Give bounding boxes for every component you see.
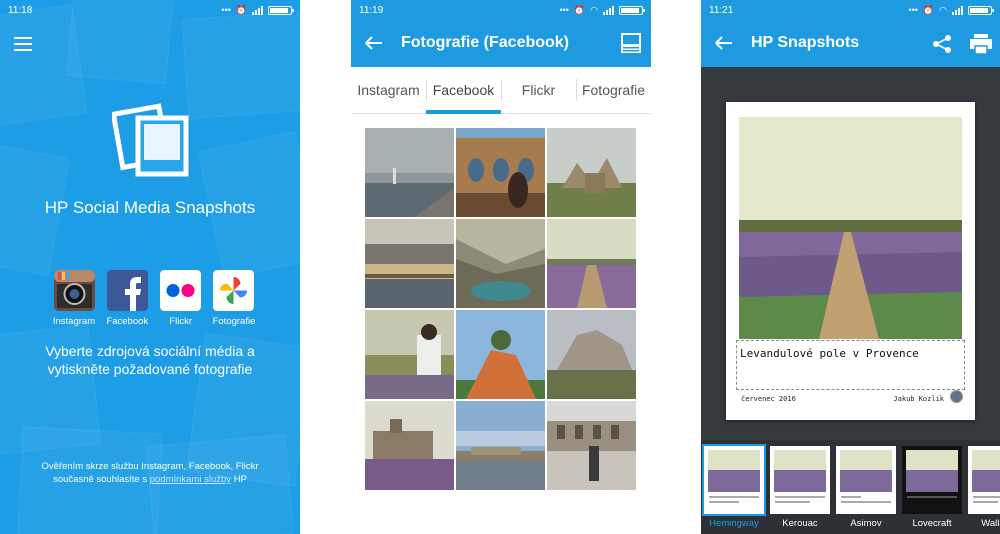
app-bar: 11:21 ••• ⏰ ◠ HP Snapshots (701, 0, 1000, 67)
photo-thumbnail[interactable] (547, 401, 636, 490)
tab-instagram[interactable]: Instagram (351, 67, 426, 113)
lavender-photo (739, 117, 962, 339)
tagline: Vyberte zdrojová sociální média a vytisk… (45, 343, 255, 377)
app-logo-icon (112, 103, 189, 177)
snapshot-preview-screen: 11:21 ••• ⏰ ◠ HP Snapshots Levandulové p… (701, 0, 1000, 534)
source-instagram[interactable]: Instagram (52, 270, 96, 327)
flickr-icon (160, 270, 202, 311)
photo-thumbnail[interactable] (547, 310, 636, 399)
print-queue-icon[interactable] (621, 33, 641, 53)
signal-icon (252, 5, 263, 15)
print-icon[interactable] (970, 34, 992, 54)
wifi-icon: ◠ (939, 4, 947, 15)
template-strip: Hemingway Kerouac Asimov Lovecraft Wall (701, 440, 1000, 534)
photo-author: Jakub Kozlík (893, 395, 944, 403)
alarm-icon: ⏰ (922, 4, 935, 15)
tab-fotografie[interactable]: Fotografie (576, 67, 651, 113)
template-hemingway[interactable]: Hemingway (702, 440, 766, 534)
source-photos[interactable]: Fotografie (212, 270, 256, 327)
photo-thumbnail[interactable] (547, 128, 636, 217)
welcome-screen: 11:18 ••• ⏰ HP Social Media Snapshots In… (0, 0, 300, 534)
screen-title: HP Snapshots (751, 34, 860, 51)
template-lovecraft[interactable]: Lovecraft (902, 440, 962, 534)
template-wallace[interactable]: Wallace (968, 440, 1000, 534)
template-label: Asimov (850, 518, 882, 529)
source-facebook[interactable]: Facebook (105, 270, 149, 327)
photo-thumbnail[interactable] (547, 219, 636, 308)
tab-flickr[interactable]: Flickr (501, 67, 576, 113)
photo-thumbnail[interactable] (456, 401, 545, 490)
photo-grid (365, 128, 637, 490)
alarm-icon: ⏰ (235, 4, 247, 15)
signal-icon (952, 5, 963, 15)
source-flickr[interactable]: Flickr (159, 270, 203, 327)
photo-thumbnail[interactable] (456, 310, 545, 399)
instagram-icon (53, 270, 95, 311)
status-time: 11:18 (8, 4, 33, 16)
screen-title: Fotografie (Facebook) (401, 34, 570, 51)
template-label: Kerouac (782, 518, 818, 529)
status-time: 11:19 (359, 4, 384, 16)
status-time: 11:21 (709, 4, 734, 16)
app-title: HP Social Media Snapshots (44, 198, 256, 217)
photo-thumbnail[interactable] (365, 219, 454, 308)
photo-thumbnail[interactable] (365, 128, 454, 217)
facebook-icon (106, 270, 148, 311)
app-bar: 11:19 ••• ⏰ ◠ Fotografie (Facebook) (351, 0, 651, 67)
caption-text: Levandulové pole v Provence (740, 347, 919, 360)
battery-icon (968, 5, 994, 15)
template-label: Lovecraft (912, 518, 952, 529)
source-tabs: Instagram Facebook Flickr Fotografie (351, 67, 651, 114)
caption-field[interactable]: Levandulové pole v Provence (736, 340, 965, 390)
back-arrow-icon[interactable] (715, 36, 733, 50)
source-label: Flickr (169, 316, 192, 327)
consent-text: Ověřením skrze službu Instagram, Faceboo… (20, 460, 280, 486)
battery-icon (268, 5, 294, 15)
back-arrow-icon[interactable] (365, 36, 383, 50)
source-list: Instagram Facebook Flickr Fotografie (52, 270, 256, 327)
photo-thumbnail[interactable] (365, 401, 454, 490)
photo-picker-screen: 11:19 ••• ⏰ ◠ Fotografie (Facebook) Inst… (351, 0, 651, 534)
template-kerouac[interactable]: Kerouac (770, 440, 830, 534)
tab-facebook[interactable]: Facebook (426, 67, 501, 114)
snapshot-preview[interactable]: Levandulové pole v Provence červenec 201… (726, 102, 975, 420)
template-label: Hemingway (709, 518, 759, 529)
more-icon: ••• (559, 5, 569, 15)
battery-icon (619, 5, 645, 15)
avatar (950, 390, 963, 403)
share-icon[interactable] (932, 34, 952, 54)
google-photos-icon (213, 270, 255, 311)
photo-thumbnail[interactable] (456, 219, 545, 308)
consent-suffix: HP (231, 474, 247, 485)
alarm-icon: ⏰ (573, 4, 586, 15)
more-icon: ••• (221, 5, 231, 15)
photo-thumbnail[interactable] (365, 310, 454, 399)
status-bar: 11:21 ••• ⏰ ◠ (701, 0, 1000, 20)
status-bar: 11:18 ••• ⏰ (0, 0, 300, 20)
status-bar: 11:19 ••• ⏰ ◠ (351, 0, 651, 20)
source-label: Facebook (106, 316, 149, 327)
template-label: Wallace (981, 518, 1000, 529)
template-asimov[interactable]: Asimov (836, 440, 896, 534)
source-label: Fotografie (212, 316, 256, 327)
wifi-icon: ◠ (590, 4, 598, 15)
terms-link[interactable]: podmínkami služby (150, 474, 231, 485)
source-label: Instagram (52, 316, 96, 327)
signal-icon (603, 5, 614, 15)
photo-date: červenec 2016 (741, 395, 796, 403)
more-icon: ••• (908, 5, 918, 15)
hamburger-menu-icon[interactable] (14, 37, 32, 51)
photo-thumbnail[interactable] (456, 128, 545, 217)
